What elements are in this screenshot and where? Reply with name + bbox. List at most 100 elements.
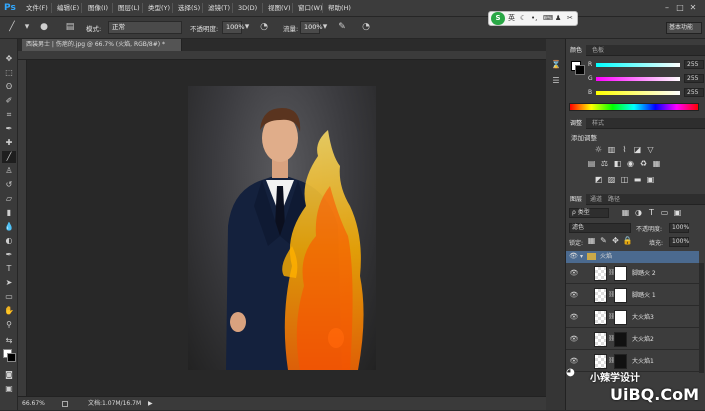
- menu-image[interactable]: 图像(I): [88, 3, 108, 14]
- eye-icon[interactable]: 👁: [569, 268, 579, 278]
- lock-pixels-icon[interactable]: ✎: [598, 236, 609, 246]
- hue-saturation-icon[interactable]: ▤: [586, 159, 597, 169]
- brush-size-icon[interactable]: ●: [38, 21, 50, 34]
- pressure-size-icon[interactable]: ◔: [360, 21, 372, 34]
- keyboard-icon[interactable]: ⌨: [543, 12, 553, 25]
- menu-file[interactable]: 文件(F): [26, 3, 48, 14]
- moon-icon[interactable]: ☾: [520, 12, 526, 25]
- tab-swatches[interactable]: 色板: [588, 45, 608, 56]
- filter-type-icon[interactable]: T: [646, 208, 657, 218]
- dot-icon[interactable]: •,: [531, 12, 537, 25]
- brush-tool-icon[interactable]: ╱: [6, 21, 18, 34]
- invert-icon[interactable]: ◩: [593, 175, 604, 185]
- filter-adjust-icon[interactable]: ◑: [633, 208, 644, 218]
- brush-tool-icon[interactable]: ╱: [2, 151, 16, 163]
- menu-view[interactable]: 视图(V): [268, 3, 291, 14]
- photo-filter-icon[interactable]: ◉: [625, 159, 636, 169]
- menu-3d[interactable]: 3D(D): [238, 3, 257, 14]
- menu-window[interactable]: 窗口(W): [298, 3, 323, 14]
- pressure-opacity-icon[interactable]: ◔: [258, 21, 270, 34]
- layer-mask-thumbnail[interactable]: [614, 266, 627, 281]
- gradient-tool-icon[interactable]: ▮: [2, 207, 16, 219]
- brush-panel-icon[interactable]: ▤: [64, 21, 76, 34]
- hand-tool-icon[interactable]: ✋: [2, 305, 16, 317]
- properties-panel-icon[interactable]: ☰: [549, 75, 563, 87]
- eye-icon[interactable]: 👁: [569, 252, 578, 260]
- menu-layer[interactable]: 图层(L): [118, 3, 140, 14]
- curves-icon[interactable]: ⌇: [619, 145, 630, 155]
- tab-color[interactable]: 颜色: [566, 45, 587, 56]
- tab-adjustments[interactable]: 调整: [566, 118, 587, 129]
- channel-mixer-icon[interactable]: ♻: [638, 159, 649, 169]
- tab-styles[interactable]: 样式: [588, 118, 608, 129]
- pen-tool-icon[interactable]: ✒: [2, 249, 16, 261]
- red-slider[interactable]: [596, 63, 680, 67]
- posterize-icon[interactable]: ▨: [606, 175, 617, 185]
- menu-select[interactable]: 选择(S): [178, 3, 200, 14]
- history-brush-tool-icon[interactable]: ↺: [2, 179, 16, 191]
- tab-paths[interactable]: 路径: [604, 194, 624, 205]
- filter-pixel-icon[interactable]: ▦: [620, 208, 631, 218]
- lock-transparent-icon[interactable]: ▦: [586, 236, 597, 246]
- blue-value[interactable]: 255: [684, 88, 704, 97]
- layer-group-row[interactable]: 👁 ▾ 火焰: [566, 251, 699, 263]
- selective-color-icon[interactable]: ▣: [645, 175, 656, 185]
- threshold-icon[interactable]: ◫: [619, 175, 630, 185]
- crop-tool-icon[interactable]: ⌗: [2, 109, 16, 121]
- zoom-tool-icon[interactable]: ⚲: [2, 319, 16, 331]
- tool-preset-dropdown-icon[interactable]: ▾: [22, 21, 32, 34]
- ime-language[interactable]: 英: [508, 12, 515, 25]
- layer-mask-thumbnail[interactable]: [614, 288, 627, 303]
- flow-dropdown-icon[interactable]: ▾: [321, 21, 329, 34]
- mode-select[interactable]: 正常: [108, 21, 182, 34]
- opacity-input[interactable]: 100%: [222, 21, 245, 34]
- swap-colors-icon[interactable]: ⇆: [2, 335, 16, 347]
- lock-position-icon[interactable]: ✥: [610, 236, 621, 246]
- flow-input[interactable]: 100%: [300, 21, 323, 34]
- wrench-icon[interactable]: ✂: [567, 12, 573, 25]
- layer-row[interactable]: 👁 ⛓ 大火焰3: [566, 307, 699, 328]
- layer-mask-thumbnail[interactable]: [614, 310, 627, 325]
- layer-filter-select[interactable]: ρ 类型: [569, 208, 609, 218]
- green-value[interactable]: 255: [684, 74, 704, 83]
- eye-icon[interactable]: 👁: [569, 334, 579, 344]
- document-tab[interactable]: 西装男士 | 伤疤的.jpg @ 66.7% (火焰, RGB/8#) *: [22, 39, 182, 51]
- color-balance-icon[interactable]: ⚖: [599, 159, 610, 169]
- blur-tool-icon[interactable]: 💧: [2, 221, 16, 233]
- levels-icon[interactable]: ▥: [606, 145, 617, 155]
- quick-select-tool-icon[interactable]: ✐: [2, 95, 16, 107]
- maximize-icon[interactable]: □: [674, 2, 686, 14]
- move-tool-icon[interactable]: ✥: [2, 53, 16, 65]
- status-menu-arrow-icon[interactable]: ▶: [148, 397, 153, 411]
- background-color-swatch[interactable]: [7, 353, 16, 362]
- red-value[interactable]: 255: [684, 60, 704, 69]
- menu-edit[interactable]: 编辑(E): [57, 3, 79, 14]
- history-panel-icon[interactable]: ⌛: [549, 59, 563, 71]
- fill-input[interactable]: 100%: [669, 237, 689, 247]
- layers-scrollbar[interactable]: [699, 263, 704, 373]
- menu-type[interactable]: 类型(Y): [148, 3, 170, 14]
- blend-mode-select[interactable]: 滤色: [569, 223, 631, 233]
- color-spectrum[interactable]: [569, 103, 699, 111]
- eye-icon[interactable]: 👁: [569, 312, 579, 322]
- user-icon[interactable]: ♟: [555, 12, 561, 25]
- document-image[interactable]: [188, 86, 376, 370]
- airbrush-icon[interactable]: ✎: [336, 21, 348, 34]
- menu-filter[interactable]: 滤镜(T): [208, 3, 230, 14]
- type-tool-icon[interactable]: T: [2, 263, 16, 275]
- ime-toolbar[interactable]: S 英 ☾ •, ⌨ ♟ ✂: [488, 11, 578, 26]
- layer-row[interactable]: 👁 ⛓ 脚踏火 1: [566, 285, 699, 306]
- eyedropper-tool-icon[interactable]: ✒: [2, 123, 16, 135]
- lasso-tool-icon[interactable]: ʘ: [2, 81, 16, 93]
- tab-channels[interactable]: 通道: [586, 194, 606, 205]
- eraser-tool-icon[interactable]: ▱: [2, 193, 16, 205]
- brightness-icon[interactable]: ☼: [593, 145, 604, 155]
- background-swatch[interactable]: [575, 65, 585, 75]
- filter-smart-icon[interactable]: ▣: [672, 208, 683, 218]
- minimize-icon[interactable]: –: [661, 2, 673, 14]
- shape-tool-icon[interactable]: ▭: [2, 291, 16, 303]
- gradient-map-icon[interactable]: ▬: [632, 175, 643, 185]
- close-icon[interactable]: ✕: [687, 2, 699, 14]
- screen-mode-icon[interactable]: ▣: [2, 383, 16, 395]
- clone-stamp-tool-icon[interactable]: ♙: [2, 165, 16, 177]
